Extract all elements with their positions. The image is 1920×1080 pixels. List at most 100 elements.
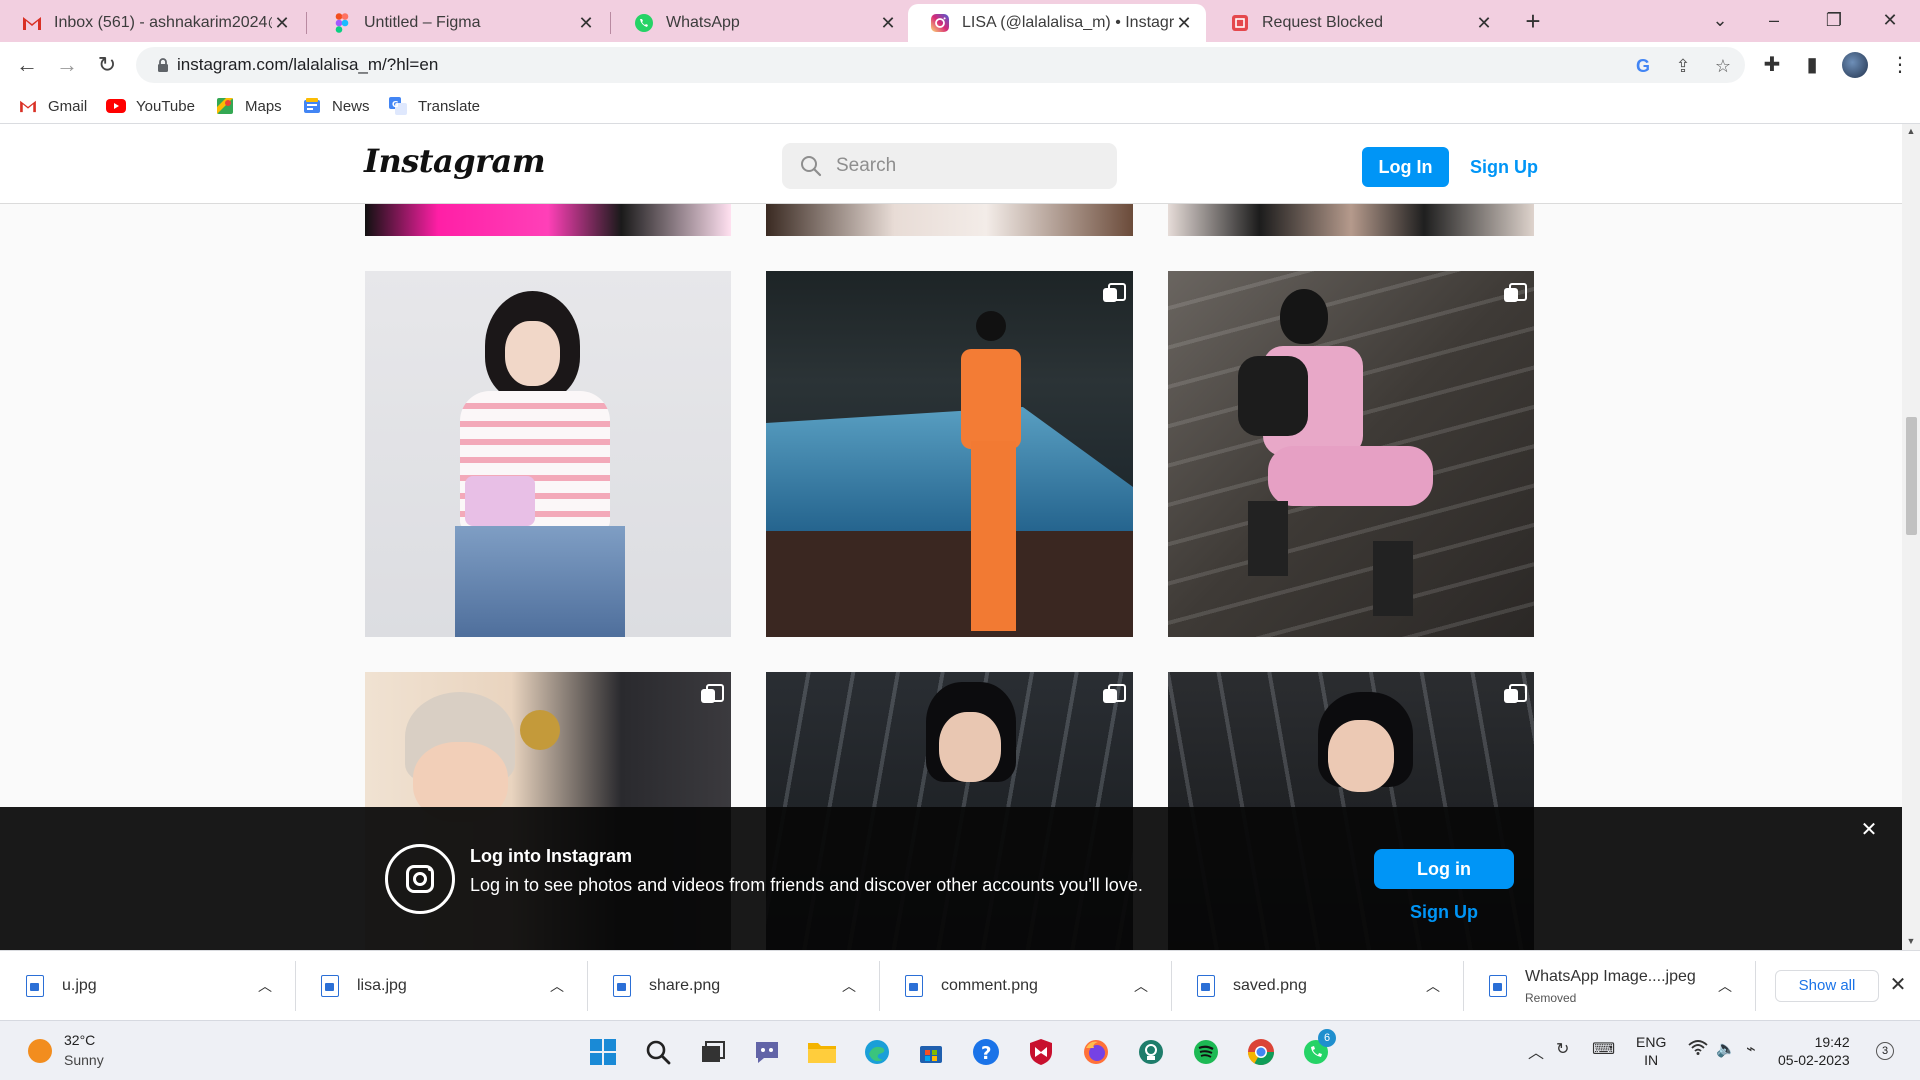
menu-icon[interactable]: ⋮: [1886, 51, 1914, 79]
forward-button[interactable]: →: [52, 50, 82, 80]
download-filename: WhatsApp Image....jpeg: [1525, 967, 1696, 985]
image-file-icon: [1197, 975, 1215, 997]
post-tile[interactable]: [1168, 271, 1534, 637]
tab-instagram[interactable]: LISA (@lalalalisa_m) • Instagram photos …: [908, 4, 1206, 42]
banner-login-button[interactable]: Log in: [1374, 849, 1514, 889]
mcafee-icon[interactable]: [1024, 1035, 1058, 1069]
scrollbar-thumb[interactable]: [1906, 417, 1917, 535]
post-tile[interactable]: [1168, 202, 1534, 236]
reload-button[interactable]: ↻: [92, 50, 122, 80]
instagram-logo[interactable]: Instagram: [364, 142, 546, 180]
chevron-up-icon[interactable]: ︿: [1422, 975, 1444, 997]
weather-temp[interactable]: 32°C: [64, 1032, 95, 1048]
download-item[interactable]: WhatsApp Image....jpeg Removed ︿: [1463, 951, 1755, 1021]
signup-link[interactable]: Sign Up: [1470, 147, 1538, 187]
download-item[interactable]: u.jpg ︿: [0, 951, 295, 1021]
close-icon[interactable]: ✕: [1886, 973, 1910, 997]
download-item[interactable]: lisa.jpg ︿: [295, 951, 587, 1021]
tab-request-blocked[interactable]: Request Blocked ✕: [1208, 4, 1506, 42]
restore-button[interactable]: ❐: [1806, 0, 1862, 40]
tab-strip: Inbox (561) - ashnakarim2024@gmail.com ✕…: [0, 0, 1920, 42]
download-filename: lisa.jpg: [357, 977, 407, 994]
close-icon[interactable]: ✕: [272, 13, 292, 34]
post-tile[interactable]: [766, 202, 1133, 236]
system-clock[interactable]: 19:42 05-02-2023: [1778, 1033, 1850, 1069]
window-close-button[interactable]: ✕: [1862, 0, 1918, 40]
chevron-up-icon[interactable]: ︿: [546, 975, 568, 997]
chevron-up-icon[interactable]: ︿: [838, 975, 860, 997]
close-icon[interactable]: ✕: [1858, 819, 1880, 841]
notification-badge[interactable]: 3: [1876, 1042, 1894, 1060]
gmail-icon: [18, 98, 38, 114]
page-scrollbar[interactable]: ▲ ▼: [1902, 124, 1920, 950]
svg-text:G: G: [392, 100, 399, 109]
tab-gmail[interactable]: Inbox (561) - ashnakarim2024@gmail.com ✕: [0, 4, 304, 42]
address-bar[interactable]: instagram.com/lalalalisa_m/?hl=en G ⇪ ☆: [136, 47, 1745, 83]
tab-search-chevron-icon[interactable]: ⌄: [1692, 0, 1748, 40]
scroll-down-icon[interactable]: ▼: [1902, 936, 1920, 946]
chevron-up-icon[interactable]: ︿: [254, 975, 276, 997]
post-tile[interactable]: [365, 271, 731, 637]
profile-avatar[interactable]: [1842, 52, 1868, 78]
firefox-icon[interactable]: [1079, 1035, 1113, 1069]
google-lens-icon[interactable]: G: [1631, 54, 1655, 78]
close-icon[interactable]: ✕: [1474, 13, 1494, 34]
volume-icon[interactable]: 🔈: [1716, 1039, 1736, 1059]
help-icon[interactable]: ?: [969, 1035, 1003, 1069]
close-icon[interactable]: ✕: [576, 13, 596, 34]
search-icon[interactable]: [641, 1035, 675, 1069]
new-tab-button[interactable]: +: [1518, 6, 1548, 36]
scroll-up-icon[interactable]: ▲: [1902, 126, 1920, 136]
search-input[interactable]: Search: [782, 143, 1117, 189]
post-tile[interactable]: [365, 202, 731, 236]
edge-icon[interactable]: [860, 1035, 894, 1069]
bookmark-star-icon[interactable]: ☆: [1711, 54, 1735, 78]
wifi-icon[interactable]: [1688, 1039, 1708, 1060]
close-icon[interactable]: ✕: [878, 13, 898, 34]
chrome-icon[interactable]: [1244, 1035, 1278, 1069]
side-panel-icon[interactable]: ▮: [1798, 51, 1826, 79]
chevron-up-icon[interactable]: ︿: [1528, 1039, 1544, 1063]
sync-icon[interactable]: ↻: [1556, 1039, 1569, 1059]
login-button[interactable]: Log In: [1362, 147, 1449, 187]
store-icon[interactable]: [914, 1035, 948, 1069]
extensions-icon[interactable]: ✚: [1758, 51, 1786, 79]
chevron-up-icon[interactable]: ︿: [1130, 975, 1152, 997]
bookmark-label: Translate: [418, 97, 480, 115]
banner-text: Log in to see photos and videos from fri…: [470, 875, 1143, 895]
bookmark-translate[interactable]: G Translate: [388, 95, 480, 117]
download-item[interactable]: comment.png ︿: [879, 951, 1171, 1021]
carousel-icon: [701, 684, 724, 704]
tab-whatsapp[interactable]: WhatsApp ✕: [612, 4, 910, 42]
post-tile[interactable]: [766, 271, 1133, 637]
close-icon[interactable]: ✕: [1174, 13, 1194, 34]
svg-text:?: ?: [981, 1043, 991, 1064]
start-icon[interactable]: [586, 1035, 620, 1069]
keyboard-icon[interactable]: ⌨: [1592, 1039, 1615, 1059]
share-icon[interactable]: ⇪: [1671, 54, 1695, 78]
region-code: IN: [1644, 1052, 1659, 1068]
download-item[interactable]: share.png ︿: [587, 951, 879, 1021]
bookmark-maps[interactable]: Maps: [215, 95, 282, 117]
chevron-up-icon[interactable]: ︿: [1714, 975, 1736, 997]
task-view-icon[interactable]: [696, 1035, 730, 1069]
bookmark-youtube[interactable]: YouTube: [106, 95, 195, 117]
banner-signup-link[interactable]: Sign Up: [1374, 897, 1514, 927]
download-item[interactable]: saved.png ︿: [1171, 951, 1463, 1021]
bookmark-news[interactable]: News: [302, 95, 370, 117]
app-icon[interactable]: [1134, 1035, 1168, 1069]
language-indicator[interactable]: ENG IN: [1636, 1033, 1666, 1069]
show-all-button[interactable]: Show all: [1775, 970, 1879, 1002]
weather-desc[interactable]: Sunny: [64, 1052, 104, 1068]
battery-icon[interactable]: ⌁: [1746, 1039, 1756, 1059]
instagram-page: Instagram Search Log In Sign Up Log into…: [0, 124, 1902, 950]
tab-figma[interactable]: Untitled – Figma ✕: [310, 4, 608, 42]
carousel-icon: [1504, 283, 1527, 303]
sun-icon[interactable]: [28, 1039, 52, 1063]
spotify-icon[interactable]: [1189, 1035, 1223, 1069]
minimize-button[interactable]: –: [1746, 0, 1802, 40]
bookmark-gmail[interactable]: Gmail: [18, 95, 87, 117]
teams-chat-icon[interactable]: [750, 1035, 784, 1069]
file-explorer-icon[interactable]: [805, 1035, 839, 1069]
back-button[interactable]: ←: [12, 50, 42, 80]
